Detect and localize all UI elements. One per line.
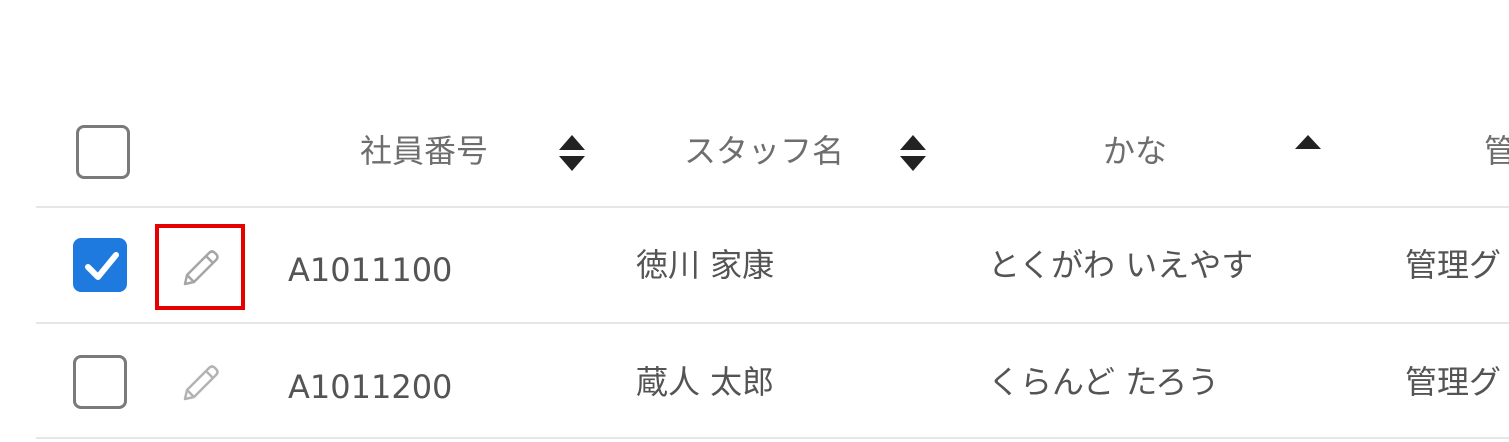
employee-id-cell: A1011100 xyxy=(288,251,453,289)
pencil-icon[interactable] xyxy=(176,362,222,412)
sort-ascending-icon[interactable] xyxy=(1293,133,1323,157)
staff-table: 社員番号 スタッフ名 かな 管 A1011100 徳川 家康 とくがわ いえやす… xyxy=(0,0,1509,442)
staff-name-cell: 蔵人 太郎 xyxy=(636,363,775,401)
sort-both-icon[interactable] xyxy=(557,134,587,176)
row-checkbox[interactable] xyxy=(73,355,127,409)
highlight-box xyxy=(155,224,245,310)
column-header-employee-id[interactable]: 社員番号 xyxy=(360,131,488,171)
group-cell: 管理グ xyxy=(1405,246,1502,284)
kana-cell: とくがわ いえやす xyxy=(988,246,1254,284)
row-divider xyxy=(36,437,1509,439)
column-header-group[interactable]: 管 xyxy=(1484,131,1509,171)
sort-both-icon[interactable] xyxy=(898,134,928,176)
row-checkbox[interactable] xyxy=(73,238,127,292)
staff-name-cell: 徳川 家康 xyxy=(636,246,775,284)
row-divider xyxy=(36,322,1509,324)
select-all-checkbox[interactable] xyxy=(76,125,130,179)
employee-id-cell: A1011200 xyxy=(288,368,453,406)
column-header-kana[interactable]: かな xyxy=(1103,131,1167,171)
kana-cell: くらんど たろう xyxy=(988,363,1220,401)
row-divider xyxy=(36,206,1509,208)
column-header-staff-name[interactable]: スタッフ名 xyxy=(684,131,844,171)
group-cell: 管理グ xyxy=(1405,363,1502,401)
